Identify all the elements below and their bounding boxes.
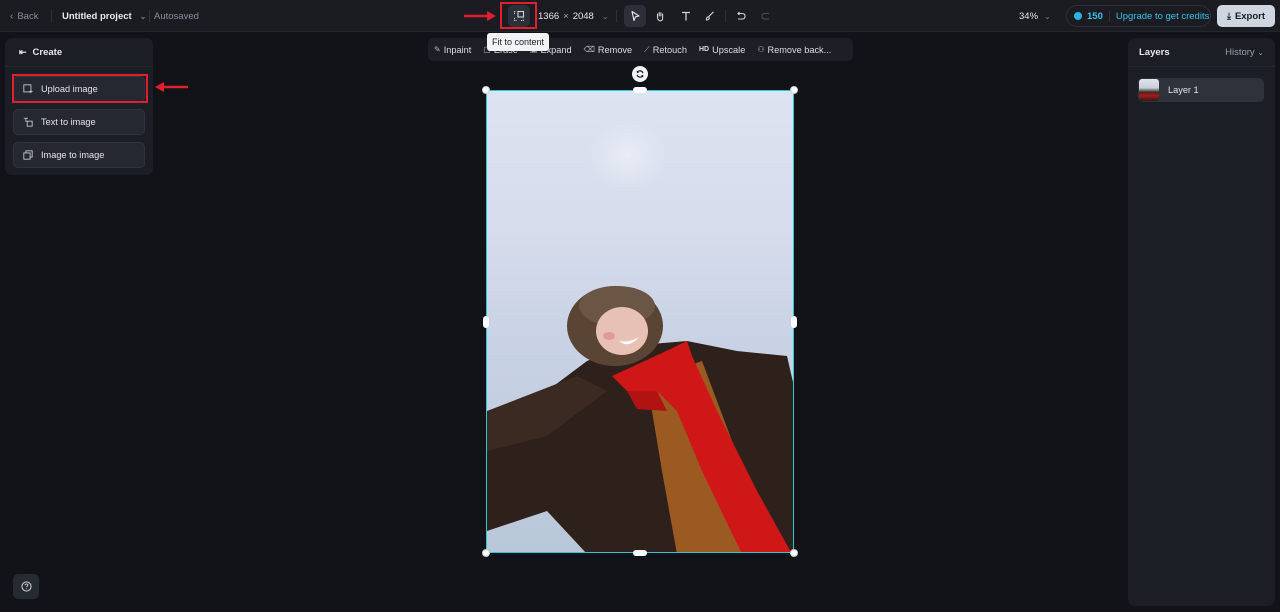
credits-badge[interactable]: 150 Upgrade to get credits	[1066, 5, 1211, 27]
fit-content-icon	[514, 10, 525, 21]
text-icon	[682, 11, 690, 21]
help-button[interactable]	[13, 574, 39, 599]
upgrade-link[interactable]: Upgrade to get credits	[1116, 11, 1209, 22]
history-dropdown[interactable]: History ⌄	[1225, 47, 1264, 58]
image-to-image-label: Image to image	[41, 150, 105, 160]
top-toolbar: ‹ Back Untitled project ⌄ Autosaved 1366…	[0, 0, 1280, 32]
tool-label: Remove	[597, 44, 633, 55]
hand-tool-button[interactable]	[649, 5, 671, 27]
export-label: Export	[1234, 10, 1266, 22]
chevron-down-icon: ⌄	[1257, 47, 1264, 57]
canvas-size-dropdown[interactable]: 1366 × 2048 ⌄	[538, 0, 609, 32]
chevron-left-icon: ‹	[10, 10, 14, 22]
photo-subject	[487, 286, 793, 552]
layer-item[interactable]: Layer 1	[1138, 78, 1264, 102]
credit-coin-icon	[1074, 12, 1082, 20]
tool-remove-background[interactable]: ⚇ Remove back...	[757, 45, 831, 55]
select-tool-button[interactable]	[624, 5, 646, 27]
brush-icon: ✎	[434, 45, 441, 54]
resize-handle-bottom-right[interactable]	[790, 549, 798, 557]
collapse-left-icon: ⇤	[19, 46, 27, 57]
project-title: Untitled project	[62, 10, 132, 22]
download-icon: ⤓	[1226, 10, 1231, 21]
undo-icon	[737, 11, 746, 20]
text-to-image-label: Text to image	[41, 117, 96, 127]
resize-handle-top-right[interactable]	[790, 86, 798, 94]
text-to-image-icon	[22, 116, 34, 128]
project-title-dropdown[interactable]: Untitled project ⌄	[62, 0, 146, 32]
tool-label: Upscale	[712, 44, 746, 55]
tool-inpaint[interactable]: ✎ Inpaint	[434, 45, 471, 55]
tool-label: Inpaint	[443, 44, 472, 55]
hd-icon: HD	[698, 46, 710, 53]
text-tool-button[interactable]	[675, 5, 697, 27]
rotate-handle[interactable]	[632, 66, 648, 82]
fit-to-content-tooltip: Fit to content	[487, 33, 550, 51]
tool-label: Retouch	[652, 44, 687, 55]
wand-icon: ⟋	[644, 44, 650, 54]
eraser-icon: ⌫	[583, 45, 595, 54]
tool-label: Remove back...	[767, 44, 832, 55]
resize-handle-left[interactable]	[483, 316, 489, 328]
divider	[1108, 10, 1110, 22]
layers-title: Layers	[1139, 46, 1170, 58]
zoom-dropdown[interactable]: 34% ⌄	[1019, 0, 1051, 32]
redo-icon	[761, 12, 769, 20]
resize-handle-top[interactable]	[633, 87, 647, 93]
autosave-status: Autosaved	[154, 10, 199, 22]
create-title: Create	[32, 46, 63, 58]
layer-name: Layer 1	[1168, 85, 1199, 95]
canvas-image-layer[interactable]	[486, 90, 794, 553]
divider	[616, 10, 617, 22]
annotation-arrow	[464, 11, 496, 21]
resize-handle-right[interactable]	[791, 316, 797, 328]
image-to-image-icon	[22, 149, 34, 161]
brush-tool-button[interactable]	[699, 5, 721, 27]
tool-upscale[interactable]: HD Upscale	[699, 45, 745, 55]
tool-remove[interactable]: ⌫ Remove	[584, 45, 633, 55]
chevron-down-icon: ⌄	[1044, 11, 1051, 21]
create-panel-header[interactable]: ⇤ Create	[5, 38, 153, 67]
times-sign: ×	[563, 10, 569, 22]
resize-handle-bottom-left[interactable]	[482, 549, 490, 557]
brush-icon	[705, 11, 714, 21]
export-button[interactable]: ⤓ Export	[1217, 5, 1275, 27]
back-button[interactable]: ‹ Back	[10, 0, 38, 32]
help-icon	[20, 581, 32, 592]
fit-to-content-button[interactable]	[508, 5, 530, 27]
text-to-image-button[interactable]: Text to image	[13, 109, 145, 135]
annotation-arrow	[155, 82, 188, 92]
rotate-icon	[636, 70, 644, 78]
chevron-down-icon: ⌄	[601, 11, 609, 21]
history-label: History	[1225, 46, 1255, 58]
resize-handle-bottom[interactable]	[633, 550, 647, 556]
zoom-level: 34%	[1019, 10, 1039, 22]
resize-handle-top-left[interactable]	[482, 86, 490, 94]
canvas-height: 2048	[572, 10, 594, 22]
divider	[725, 10, 726, 22]
canvas-width: 1366	[538, 10, 560, 22]
image-to-image-button[interactable]: Image to image	[13, 142, 145, 168]
undo-button[interactable]	[730, 5, 752, 27]
credits-count: 150	[1087, 10, 1103, 22]
layers-panel-header: Layers History ⌄	[1128, 38, 1275, 67]
people-icon: ⚇	[757, 45, 765, 54]
create-panel: ⇤ Create Upload image Text to image Imag…	[5, 38, 153, 175]
tool-retouch[interactable]: ⟋ Retouch	[644, 45, 687, 55]
layers-panel: Layers History ⌄ Layer 1	[1128, 38, 1275, 606]
divider	[51, 10, 52, 22]
redo-button[interactable]	[755, 5, 777, 27]
annotation-highlight	[12, 74, 148, 103]
layer-thumbnail	[1139, 79, 1159, 101]
back-label: Back	[17, 10, 39, 22]
chevron-down-icon: ⌄	[139, 11, 147, 21]
hand-icon	[656, 11, 664, 22]
pointer-icon	[631, 10, 640, 22]
divider	[149, 10, 150, 22]
